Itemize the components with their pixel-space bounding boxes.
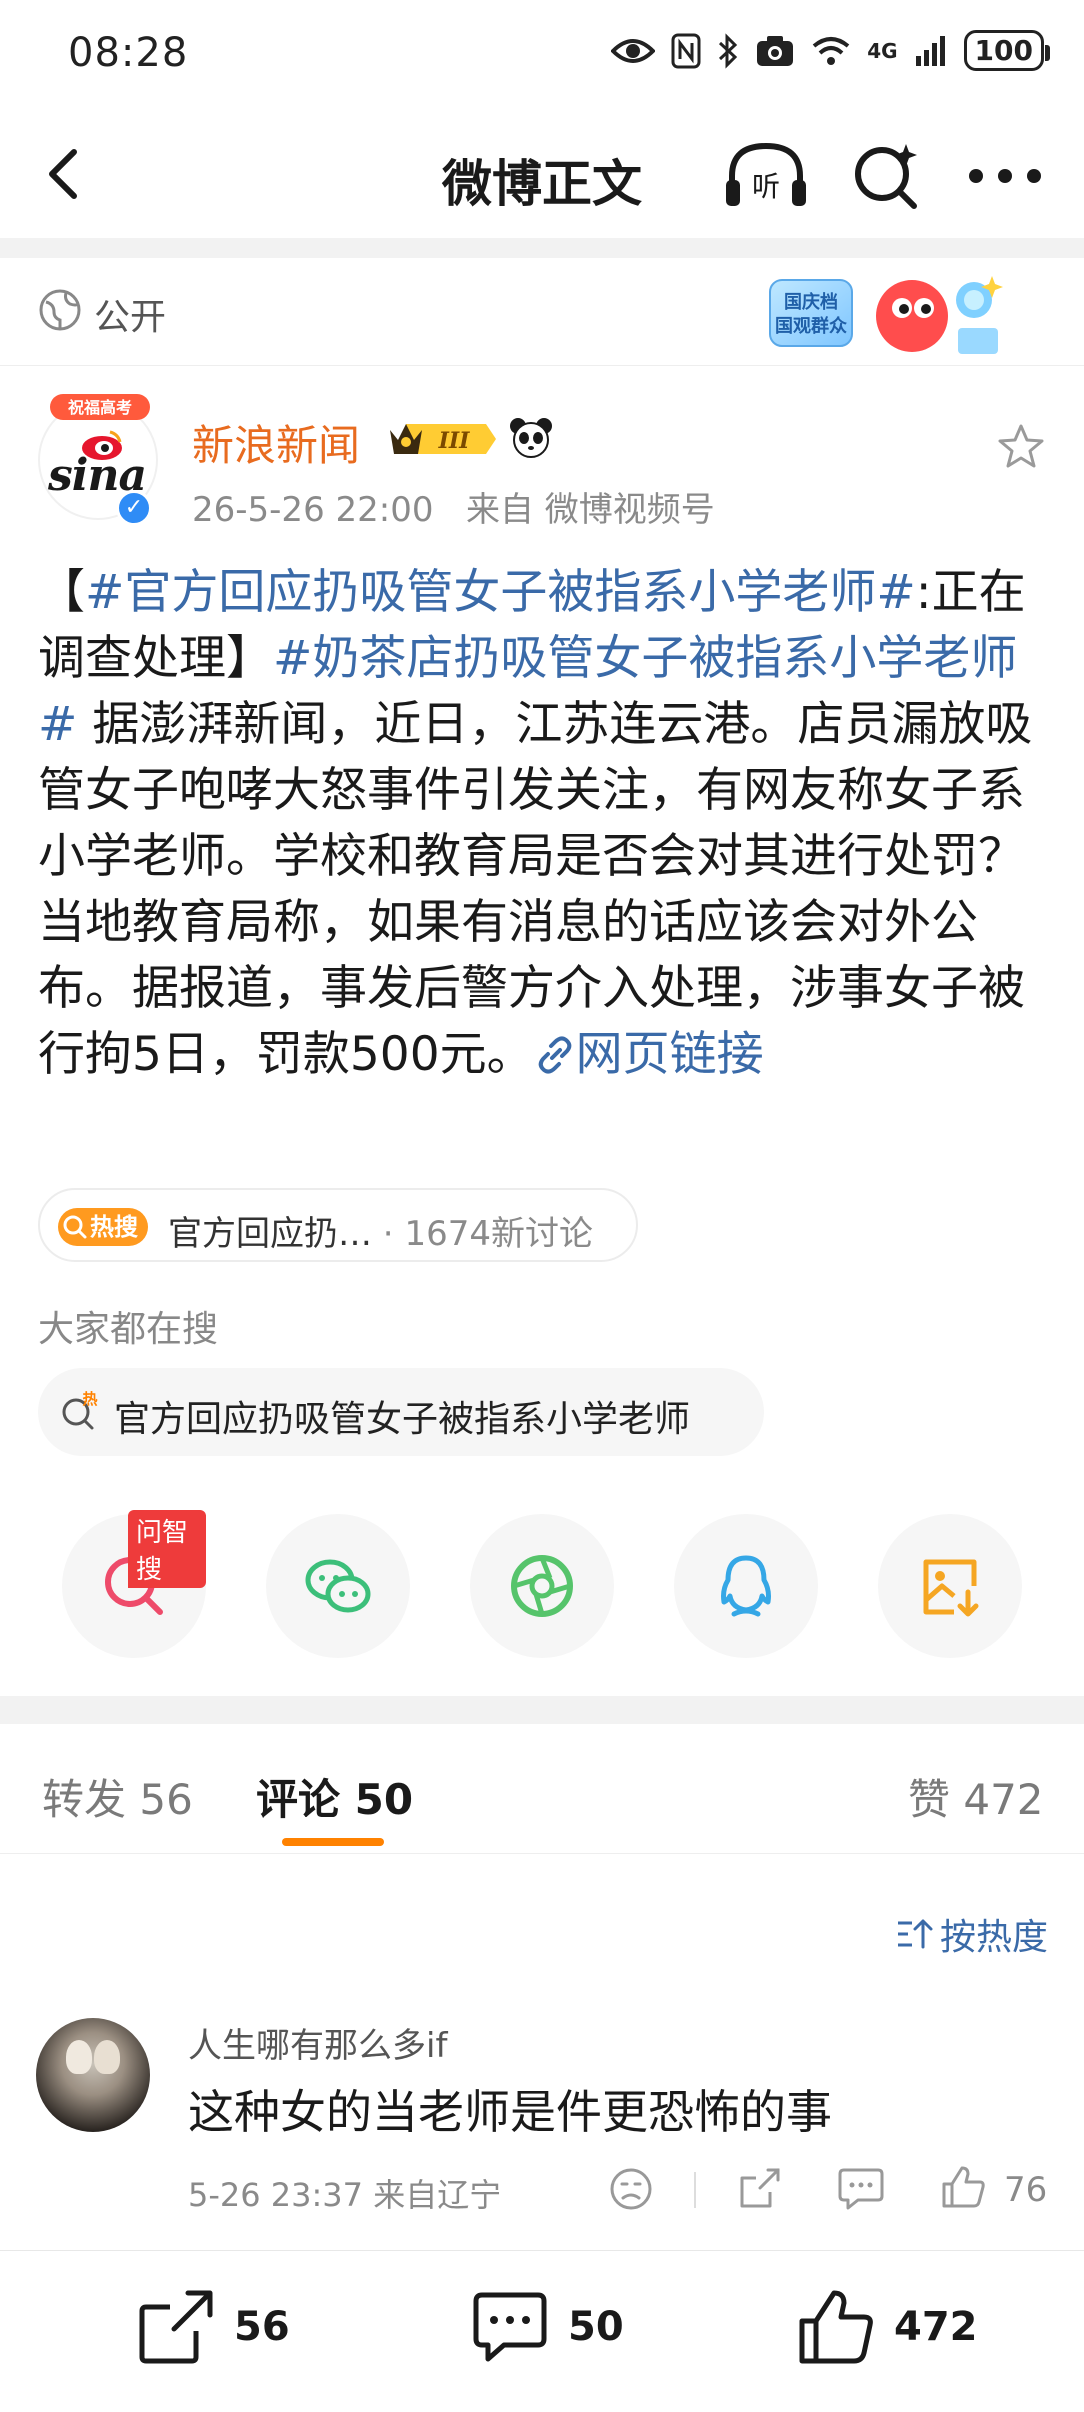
status-time: 08:28 [68,30,189,76]
wifi-icon [812,36,850,65]
save-image-icon [923,1559,979,1617]
listen-label: 听 [752,170,780,203]
hot-search-separator: · [372,1214,405,1254]
section-divider [0,238,1084,258]
qq-share-button[interactable] [674,1514,818,1658]
top-nav: 微博正文 听 [0,120,1084,230]
camera-icon [757,35,794,66]
ai-search-tag: 问智搜 [128,1510,206,1588]
moments-share-button[interactable] [470,1514,614,1658]
hot-search-text-row: 官方回应扔… · 1674新讨论 [168,1206,593,1255]
hot-search-chip-icon: 热 [62,1390,98,1430]
favorite-star-icon[interactable] [996,422,1046,472]
hot-search-tag: 热搜 [58,1208,148,1246]
share-row: 问智搜 [0,1510,1084,1664]
more-options-icon[interactable] [960,140,1050,212]
post-source[interactable]: 微博视频号 [545,490,715,530]
commenter-name[interactable]: 人生哪有那么多if [188,2018,447,2067]
visibility-row: 公开 国庆档 国观群众 [0,258,1084,366]
chip-icon-tag: 热 [82,1390,97,1408]
web-link[interactable]: 网页链接 [534,1027,764,1082]
like-button[interactable]: 472 [796,2287,978,2367]
comment-text: 这种女的当老师是件更恐怖的事 [188,2085,832,2139]
repost-share-icon [139,2290,213,2364]
like-thumb-icon [799,2290,873,2364]
wechat-icon [305,1559,371,1613]
crown-level-badge[interactable]: III [386,416,498,462]
wechat-share-button[interactable] [266,1514,410,1658]
interaction-tabs: 转发 56 评论 50 赞 472 [0,1724,1084,1854]
avatar-top-text: 祝福高考 [68,398,132,417]
repost-button[interactable]: 56 [136,2287,290,2367]
related-search-chip[interactable]: 热 官方回应扔吸管女子被指系小学老师 [38,1368,764,1456]
related-search-text: 官方回应扔吸管女子被指系小学老师 [114,1399,691,1440]
tab-repost[interactable]: 转发 56 [42,1766,193,1827]
battery-indicator: 100 [963,30,1051,71]
save-image-button[interactable] [878,1514,1022,1658]
comment-like-thumb-icon[interactable] [940,2164,986,2210]
post-meta: 26-5-26 22:00 来自 微博视频号 [192,482,715,531]
signal-bars-icon [915,35,945,66]
visibility-label: 公开 [94,297,167,338]
sort-label: 按热度 [939,1917,1048,1958]
gaokao-blessing-badge: 祝福高考 [50,394,150,420]
sort-icon [897,1919,933,1949]
ai-search-icon[interactable] [850,140,922,212]
comment-button[interactable]: 50 [470,2287,624,2367]
svg-text:国观群众: 国观群众 [775,315,847,337]
panda-icon [510,418,552,458]
section-divider-2 [0,1696,1084,1724]
signal-label-4g: 4G [867,38,898,63]
verified-badge-icon: ✓ [116,490,152,526]
ai-search-share-button[interactable]: 问智搜 [62,1510,206,1658]
everyone-searching-label: 大家都在搜 [38,1309,219,1350]
web-link-label: 网页链接 [575,1027,764,1082]
comment-reply-icon[interactable] [838,2166,884,2210]
bottom-action-bar: 56 50 472 [0,2250,1084,2412]
comment-meta: 5-26 23:37 来自辽宁 [188,2176,502,2214]
moments-aperture-icon [511,1555,573,1617]
national-day-promo-banner[interactable]: 国庆档 国观群众 [762,266,1012,366]
comment-like-count: 76 [1004,2170,1048,2210]
svg-text:国庆档: 国庆档 [784,291,838,313]
bluetooth-icon [719,32,738,69]
comment-count: 50 [568,2304,624,2350]
active-tab-indicator [282,1838,384,1846]
sort-by-hot-button[interactable]: 按热度 [896,1908,1048,1960]
comment-action-divider [694,2172,696,2208]
level-badge-text: III [438,428,471,454]
author-name[interactable]: 新浪新闻 [192,412,360,473]
hot-search-title: 官方回应扔… [168,1214,372,1254]
post-body: 【#官方回应扔吸管女子被指系小学老师#:正在调查处理】#奶茶店扔吸管女子被指系小… [38,560,1048,1088]
comment-share-icon[interactable] [738,2166,782,2210]
hot-search-icon [63,1215,87,1239]
nfc-icon [671,33,701,68]
topic-link-official-response[interactable]: #官方回应扔吸管女子被指系小学老师# [85,565,916,620]
repost-count: 56 [234,2304,290,2350]
bracket-open: 【 [38,565,85,620]
hot-search-pill[interactable]: 热搜 官方回应扔… · 1674新讨论 [38,1188,638,1262]
comment-bubble-icon [473,2292,547,2362]
tab-like[interactable]: 赞 472 [908,1766,1044,1827]
status-bar: 08:28 4G 100 [0,0,1084,110]
link-chain-icon [538,1036,571,1074]
hot-search-count: 1674新讨论 [404,1214,593,1254]
globe-icon [39,289,81,331]
listen-headphones-icon[interactable]: 听 [722,140,810,212]
post-timestamp: 26-5-26 22:00 [192,490,434,530]
like-count: 472 [894,2304,978,2350]
eye-icon [611,38,656,63]
tab-comment[interactable]: 评论 50 [256,1766,413,1827]
hot-search-tag-label: 热搜 [90,1213,138,1241]
status-icons: 4G 100 [611,30,1051,71]
post-text-body: 据澎湃新闻，近日，江苏连云港。店员漏放吸管女子咆哮大怒事件引发关注，有网友称女子… [38,697,1033,1082]
commenter-avatar[interactable] [36,2018,150,2132]
comment-emoji-reaction-icon[interactable] [608,2166,654,2212]
source-prefix: 来自 [465,490,534,530]
qq-penguin-icon [721,1555,771,1617]
